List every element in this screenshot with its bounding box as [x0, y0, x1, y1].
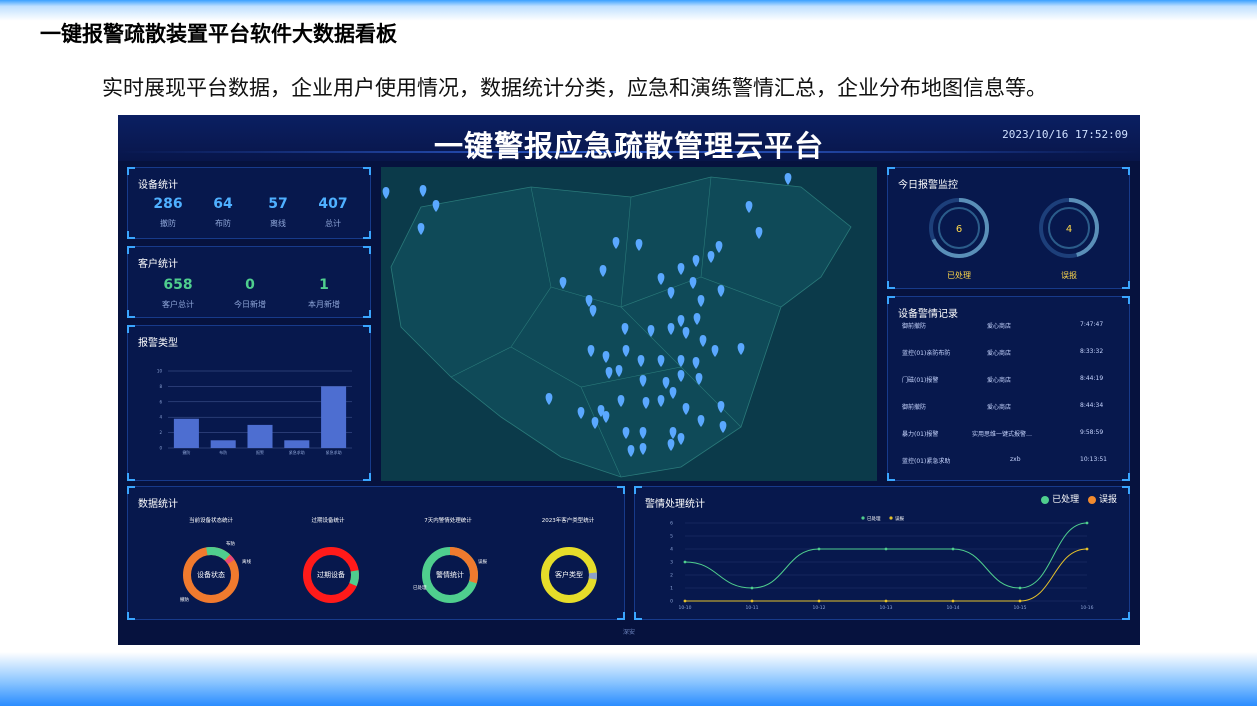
bar — [284, 440, 310, 448]
map-pin-icon — [784, 173, 792, 185]
series-point — [951, 599, 955, 603]
dashboard-footer: 深安 — [622, 629, 635, 636]
series-point — [1018, 586, 1022, 590]
bar-y-tick: 6 — [159, 399, 162, 404]
series-point — [951, 547, 955, 551]
series-point — [1085, 547, 1089, 551]
line-x-tick: 10-14 — [946, 605, 959, 611]
series-point — [817, 547, 821, 551]
series-point — [1018, 599, 1022, 603]
handling-stats-panel: 警情处理统计 已处理 误报 已处理 误报 0 1 2 3 4 5 6 10-10 10-11 10… — [634, 486, 1130, 620]
line-y-tick: 2 — [670, 573, 673, 579]
svg-text:布防: 布防 — [226, 540, 235, 547]
bar — [173, 418, 199, 448]
stat-customer-total: 658 客户总计 — [162, 277, 194, 309]
svg-text:误报: 误报 — [478, 558, 487, 565]
donut-title: 2023年客户类型统计 — [542, 516, 595, 524]
alarm-types-panel: 报警类型 0 2 4 6 8 10 撤防 布防 报警 紧急求助 紧急求助 — [127, 325, 371, 481]
stat-armed: 64 布防 — [213, 196, 233, 228]
donut-title: 当前设备状态统计 — [189, 516, 234, 524]
customer-stats-panel: 客户统计 658 客户总计 0 今日新增 1 本月新增 — [127, 246, 371, 318]
bar — [247, 424, 273, 448]
line-x-tick: 10-15 — [1013, 605, 1026, 611]
china-map — [381, 167, 877, 481]
donut-title: 7天内警情处理统计 — [424, 516, 472, 524]
records-title: 设备警情记录 — [898, 309, 958, 320]
bar — [321, 386, 347, 448]
data-stats-panel: 数据统计 当前设备状态统计 过期设备统计 7天内警情处理统计 2023年客户类型… — [127, 486, 625, 620]
bar-x-tick: 紧急求助 — [289, 449, 305, 455]
svg-text:误报: 误报 — [895, 515, 904, 522]
line-x-tick: 10-10 — [678, 605, 691, 611]
stat-disarmed: 286 撤防 — [153, 196, 183, 228]
line-y-tick: 5 — [670, 534, 673, 540]
line-y-tick: 4 — [670, 547, 673, 553]
line-x-tick: 10-11 — [745, 605, 758, 611]
donut-center-label: 过期设备 — [317, 570, 345, 579]
map-svg — [382, 173, 852, 478]
map-pin-icon — [419, 185, 427, 197]
gauge-false-label: 误报 — [1061, 271, 1077, 280]
bar-y-tick: 2 — [159, 430, 162, 435]
bar-y-tick: 0 — [159, 446, 162, 451]
series-point — [683, 599, 687, 603]
bar-y-tick: 10 — [157, 369, 163, 374]
alarm-records-panel: 设备警情记录 御前撤防 爱心商店 7:47:47 蓝控(01)亲防布防 爱心商店 8:3… — [887, 296, 1130, 481]
series-point — [683, 560, 687, 564]
line-y-tick: 1 — [670, 586, 673, 592]
customer-stats-title: 客户统计 — [138, 259, 178, 270]
dashboard-screenshot: 一键警报应急疏散管理云平台 2023/10/16 17:52:09 设备统计 2… — [118, 115, 1140, 645]
today-alarm-panel: 今日报警监控 6 4 已处理 误报 — [887, 167, 1130, 289]
line-y-tick: 0 — [670, 599, 673, 605]
bar-x-tick: 布防 — [219, 449, 227, 455]
gauge-false-value: 4 — [1066, 224, 1072, 235]
bottom-band — [0, 652, 1257, 706]
line-y-tick: 3 — [670, 560, 673, 566]
stat-offline: 57 离线 — [268, 196, 288, 228]
line-x-tick: 10-16 — [1080, 605, 1093, 611]
dashboard-datetime: 2023/10/16 17:52:09 — [1002, 128, 1128, 141]
device-stats-panel: 设备统计 286 撤防 64 布防 57 离线 407 总计 — [127, 167, 371, 239]
line-x-tick: 10-12 — [812, 605, 825, 611]
slide-title: 一键报警疏散装置平台软件大数据看板 — [40, 22, 397, 46]
alarm-types-bar-chart: 0 2 4 6 8 10 撤防 布防 报警 紧急求助 紧急求助 — [157, 369, 352, 455]
donut-center-label: 设备状态 — [197, 570, 225, 579]
donut-charts: 当前设备状态统计 过期设备统计 7天内警情处理统计 2023年客户类型统计 设备… — [180, 516, 597, 603]
map-pin-icon — [382, 187, 390, 199]
bar-x-tick: 报警 — [256, 449, 264, 455]
series-point — [884, 599, 888, 603]
bar — [210, 440, 236, 448]
bar-x-tick: 紧急求助 — [326, 449, 342, 455]
stat-month-new: 1 本月新增 — [308, 277, 340, 309]
donut-center-label: 客户类型 — [555, 570, 583, 579]
svg-text:已处理: 已处理 — [413, 584, 427, 591]
svg-text:已处理: 已处理 — [867, 515, 881, 522]
dashboard-title: 一键警报应急疏散管理云平台 — [433, 129, 824, 163]
svg-text:撤防: 撤防 — [180, 596, 189, 603]
bar-x-tick: 撤防 — [182, 449, 190, 455]
bar-y-tick: 4 — [159, 415, 162, 420]
donut-title: 过期设备统计 — [311, 516, 345, 524]
donut-center-label: 警情统计 — [436, 570, 464, 579]
gauge-handled-value: 6 — [956, 224, 962, 235]
bar-y-tick: 8 — [159, 384, 162, 389]
stat-total: 407 总计 — [318, 196, 348, 228]
dashboard-header: 一键警报应急疏散管理云平台 2023/10/16 17:52:09 — [118, 115, 1140, 163]
series-line — [684, 522, 1088, 589]
device-stats-title: 设备统计 — [138, 180, 178, 191]
line-x-tick: 10-13 — [879, 605, 892, 611]
svg-text:离线: 离线 — [242, 558, 251, 565]
series-point — [750, 599, 754, 603]
gauge-handled-label: 已处理 — [947, 271, 971, 280]
series-point — [750, 586, 754, 590]
slide-subtitle: 实时展现平台数据，企业用户使用情况，数据统计分类，应急和演练警情汇总，企业分布地… — [102, 76, 1047, 100]
series-point — [884, 547, 888, 551]
handling-line-chart: 已处理 误报 0 1 2 3 4 5 6 10-10 10-11 10-12 10-13 10-14 1… — [670, 515, 1094, 611]
series-point — [1085, 521, 1089, 525]
series-point — [817, 599, 821, 603]
stat-today-new: 0 今日新增 — [234, 277, 266, 309]
line-y-tick: 6 — [670, 521, 673, 527]
